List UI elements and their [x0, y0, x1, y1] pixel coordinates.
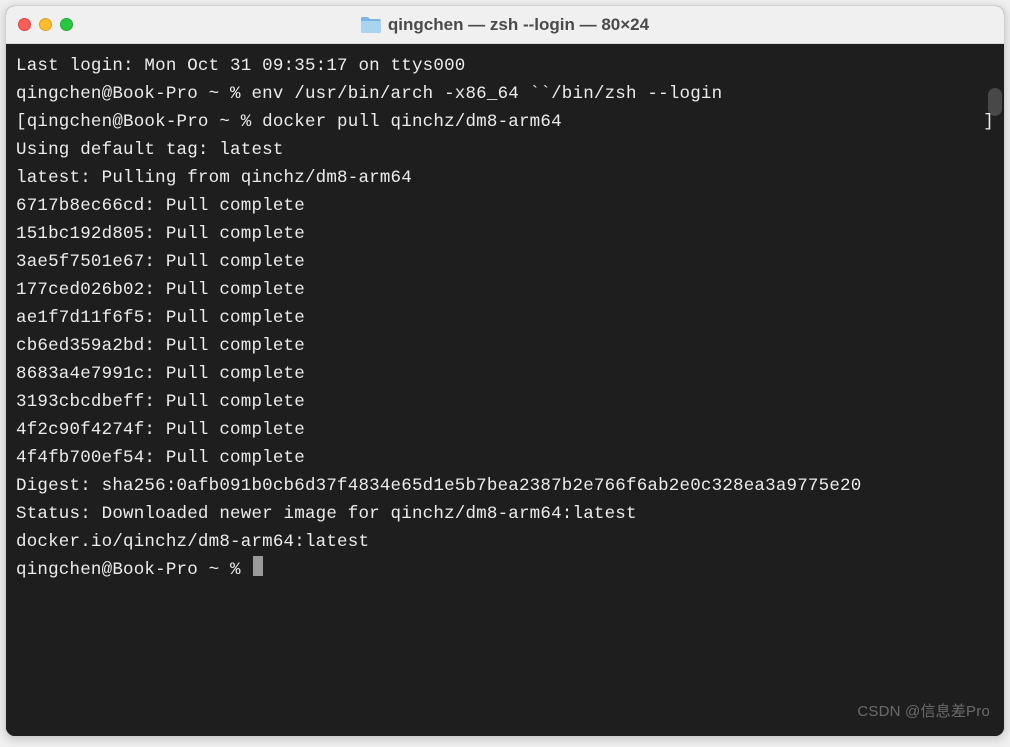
terminal-line: cb6ed359a2bd: Pull complete [16, 332, 994, 360]
terminal-line: 177ced026b02: Pull complete [16, 276, 994, 304]
terminal-line: 8683a4e7991c: Pull complete [16, 360, 994, 388]
terminal-line: 6717b8ec66cd: Pull complete [16, 192, 994, 220]
terminal-line: latest: Pulling from qinchz/dm8-arm64 [16, 164, 994, 192]
terminal-line: Using default tag: latest [16, 136, 994, 164]
bracket-open: [ [16, 108, 27, 136]
prompt-text: qingchen@Book-Pro ~ % [16, 556, 251, 584]
terminal-line: 4f2c90f4274f: Pull complete [16, 416, 994, 444]
terminal-line: 151bc192d805: Pull complete [16, 220, 994, 248]
window-title: qingchen — zsh --login — 80×24 [388, 15, 649, 35]
terminal-line: qingchen@Book-Pro ~ % env /usr/bin/arch … [16, 80, 994, 108]
command-text: qingchen@Book-Pro ~ % docker pull qinchz… [27, 108, 984, 136]
terminal-line: Digest: sha256:0afb091b0cb6d37f4834e65d1… [16, 472, 994, 500]
terminal-line: 3193cbcdbeff: Pull complete [16, 388, 994, 416]
terminal-line: Last login: Mon Oct 31 09:35:17 on ttys0… [16, 52, 994, 80]
terminal-line: docker.io/qinchz/dm8-arm64:latest [16, 528, 994, 556]
window-title-area: qingchen — zsh --login — 80×24 [361, 15, 649, 35]
prompt-line: qingchen@Book-Pro ~ % [16, 556, 994, 584]
folder-icon [361, 17, 381, 33]
terminal-line: 3ae5f7501e67: Pull complete [16, 248, 994, 276]
traffic-lights [18, 18, 73, 31]
cursor [253, 556, 263, 576]
terminal-body[interactable]: Last login: Mon Oct 31 09:35:17 on ttys0… [6, 44, 1004, 736]
terminal-line: Status: Downloaded newer image for qinch… [16, 500, 994, 528]
terminal-line: ae1f7d11f6f5: Pull complete [16, 304, 994, 332]
terminal-line: 4f4fb700ef54: Pull complete [16, 444, 994, 472]
terminal-line: [qingchen@Book-Pro ~ % docker pull qinch… [16, 108, 994, 136]
minimize-button[interactable] [39, 18, 52, 31]
scrollbar-thumb[interactable] [988, 88, 1002, 116]
maximize-button[interactable] [60, 18, 73, 31]
terminal-window: qingchen — zsh --login — 80×24 Last logi… [5, 5, 1005, 737]
watermark: CSDN @信息差Pro [857, 698, 990, 726]
close-button[interactable] [18, 18, 31, 31]
titlebar[interactable]: qingchen — zsh --login — 80×24 [6, 6, 1004, 44]
